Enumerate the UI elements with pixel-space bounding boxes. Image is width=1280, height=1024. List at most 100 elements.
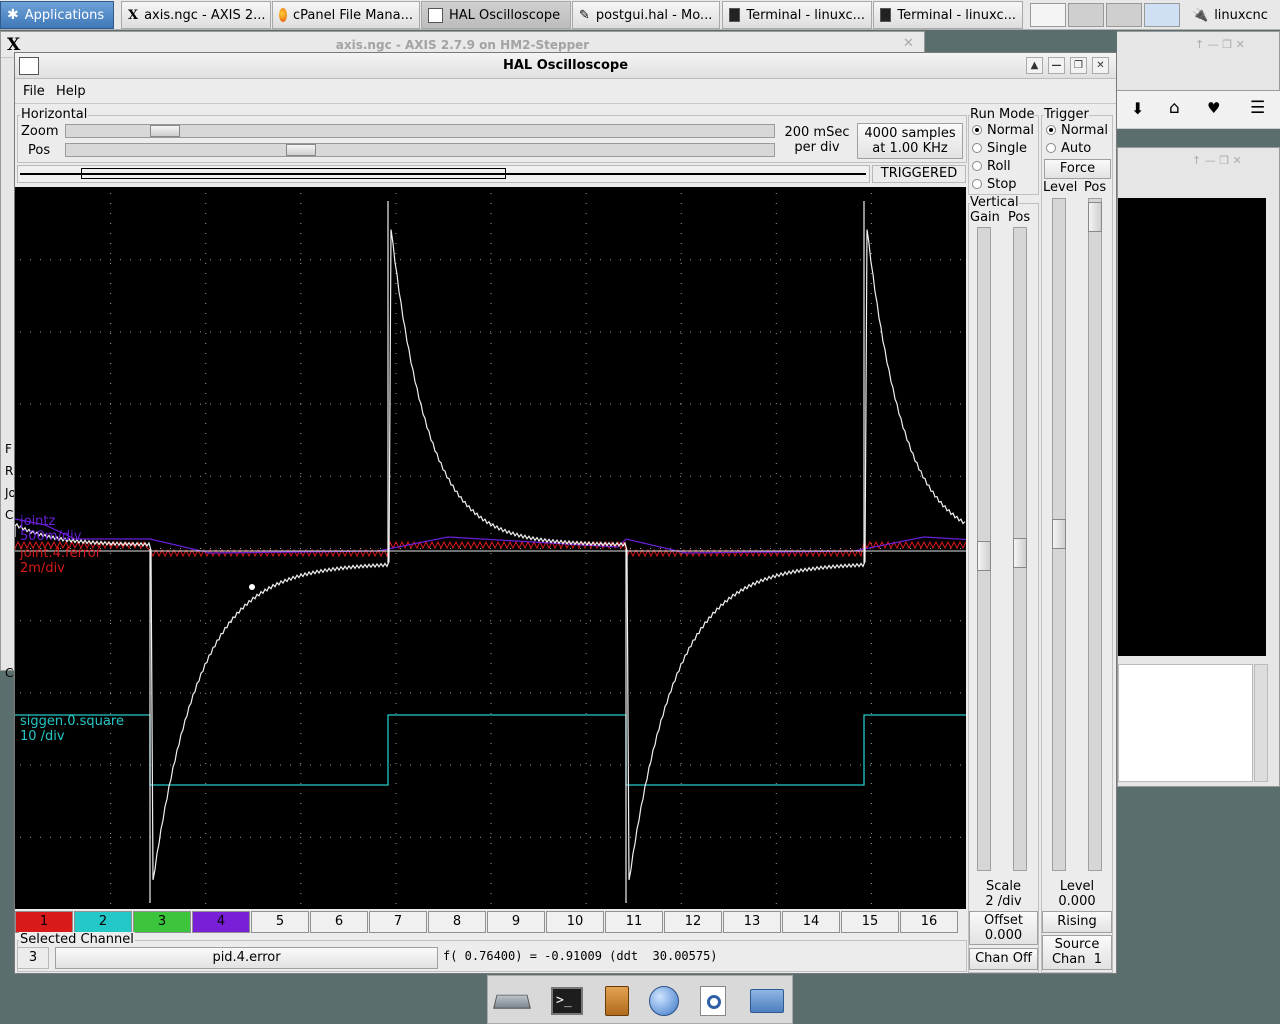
drive-icon[interactable] (493, 984, 531, 1018)
channel-button-9[interactable]: 9 (487, 911, 545, 933)
run-mode-single[interactable]: Single (972, 139, 1027, 157)
record-position-bar[interactable] (17, 165, 870, 183)
grid-dot (330, 548, 331, 549)
file-cabinet-icon[interactable] (599, 984, 635, 1018)
task-terminal-1[interactable]: Terminal - linuxc... (722, 1, 872, 29)
zoom-slider-handle[interactable] (150, 125, 180, 137)
grid-dot (880, 692, 881, 694)
channel-button-15[interactable]: 15 (841, 911, 899, 933)
channel-button-5[interactable]: 5 (251, 911, 309, 933)
minimize-icon[interactable]: — (1048, 57, 1065, 74)
terminal-icon[interactable]: >_ (549, 984, 585, 1018)
task-axis[interactable]: X axis.ngc - AXIS 2... (121, 1, 271, 29)
channel-button-2[interactable]: 2 (74, 911, 132, 933)
grid-dot (205, 603, 207, 604)
vertical-pos-slider[interactable] (1013, 227, 1027, 871)
terminal-screen[interactable] (1118, 198, 1266, 656)
trigger-pos-slider[interactable] (1088, 198, 1102, 871)
trigger-auto[interactable]: Auto (1046, 139, 1091, 157)
grid-dot (300, 313, 302, 314)
grid-dot (585, 253, 587, 254)
trigger-normal[interactable]: Normal (1046, 121, 1108, 139)
grid-dot (810, 403, 811, 405)
grid-dot (30, 259, 31, 261)
grid-dot (490, 453, 492, 454)
menu-help[interactable]: Help (56, 84, 86, 99)
gain-slider[interactable] (977, 227, 991, 871)
grid-dot (300, 393, 302, 394)
close-icon[interactable]: ✕ (1092, 57, 1109, 74)
grid-dot (490, 493, 492, 494)
trigger-source-button[interactable]: Source Chan 1 (1042, 935, 1112, 970)
channel-button-10[interactable]: 10 (546, 911, 604, 933)
text-area[interactable] (1118, 664, 1253, 782)
channel-button-8[interactable]: 8 (428, 911, 486, 933)
pos-slider[interactable] (65, 143, 775, 157)
run-mode-roll[interactable]: Roll (972, 157, 1011, 175)
channel-button-14[interactable]: 14 (782, 911, 840, 933)
channel-button-4[interactable]: 4 (192, 911, 250, 933)
trigger-level-handle[interactable] (1052, 519, 1066, 549)
chan-off-button[interactable]: Chan Off (969, 948, 1038, 970)
channel-button-1[interactable]: 1 (15, 911, 73, 933)
workspace-4[interactable] (1144, 3, 1180, 27)
channel-button-3[interactable]: 3 (133, 911, 191, 933)
shade-icon[interactable]: ▲ (1026, 57, 1043, 74)
grid-dot (490, 573, 492, 574)
channel-button-16[interactable]: 16 (900, 911, 958, 933)
grid-dot (900, 764, 901, 766)
search-icon[interactable] (695, 984, 731, 1018)
channel-button-12[interactable]: 12 (664, 911, 722, 933)
grid-dot (910, 403, 911, 405)
vertical-pos-slider-handle[interactable] (1013, 538, 1027, 568)
grid-dot (50, 764, 51, 766)
force-button[interactable]: Force (1044, 159, 1111, 179)
samples-button[interactable]: 4000 samples at 1.00 KHz (857, 123, 963, 159)
home-icon[interactable]: ⌂ (1169, 98, 1180, 118)
trigger-level-slider[interactable] (1052, 198, 1066, 871)
task-terminal-2[interactable]: Terminal - linuxc... (873, 1, 1023, 29)
channel-button-6[interactable]: 6 (310, 911, 368, 933)
channel-button-11[interactable]: 11 (605, 911, 663, 933)
folder-icon[interactable] (749, 984, 785, 1018)
grid-dot (870, 773, 872, 774)
task-postgui[interactable]: ✎ postgui.hal - Mo... (572, 1, 720, 29)
grid-dot (870, 523, 872, 524)
run-mode-stop[interactable]: Stop (972, 175, 1017, 193)
web-browser-icon[interactable] (646, 984, 682, 1018)
grid-dot (950, 259, 951, 261)
workspace-2[interactable] (1068, 3, 1104, 27)
gain-slider-handle[interactable] (977, 541, 991, 571)
zoom-slider[interactable] (65, 124, 775, 138)
grid-dot (300, 783, 302, 784)
tray-user[interactable]: 🔌 linuxcnc (1186, 1, 1280, 29)
workspace-1[interactable] (1030, 3, 1066, 27)
task-hal-oscilloscope[interactable]: HAL Oscilloscope (421, 1, 571, 29)
pocket-icon[interactable]: ♥ (1207, 99, 1220, 117)
channel-button-7[interactable]: 7 (369, 911, 427, 933)
grid-dot (910, 620, 911, 622)
offset-button[interactable]: Offset 0.000 (969, 911, 1038, 945)
grid-dot (890, 331, 891, 333)
run-mode-normal[interactable]: Normal (972, 121, 1034, 139)
close-icon[interactable]: ✕ (903, 36, 914, 51)
workspace-3[interactable] (1106, 3, 1142, 27)
scrollbar[interactable] (1254, 664, 1268, 782)
grid-dot (760, 403, 761, 405)
trigger-edge-button[interactable]: Rising (1042, 911, 1112, 933)
grid-dot (800, 548, 801, 549)
menu-file[interactable]: File (23, 84, 45, 99)
applications-menu-button[interactable]: ✱ Applications (0, 1, 114, 29)
pos-slider-handle[interactable] (286, 144, 316, 156)
download-icon[interactable]: ⬇ (1131, 99, 1144, 118)
maximize-icon[interactable]: ❐ (1070, 57, 1087, 74)
selected-channel-source-button[interactable]: pid.4.error (55, 947, 438, 969)
grid-dot (620, 259, 621, 261)
trigger-pos-handle[interactable] (1088, 202, 1102, 232)
channel-button-13[interactable]: 13 (723, 911, 781, 933)
task-cpanel[interactable]: cPanel File Mana... (272, 1, 420, 29)
grid-dot (110, 213, 112, 214)
scope-display[interactable]: pid.4.error 2 /div jointz 500m/div joint… (14, 187, 1095, 909)
grid-dot (775, 803, 777, 804)
hamburger-menu-icon[interactable]: ☰ (1250, 98, 1265, 118)
